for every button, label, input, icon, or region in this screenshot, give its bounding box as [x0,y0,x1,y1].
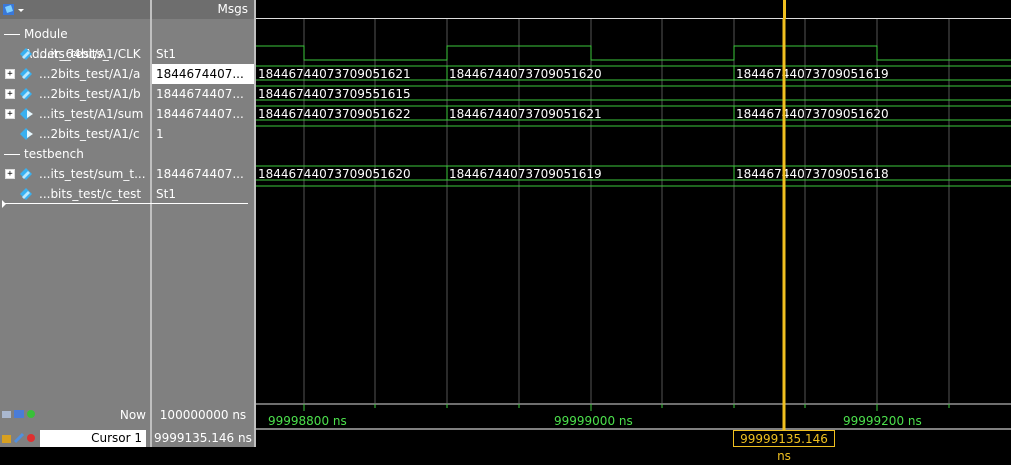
waveform-canvas[interactable]: 18446744073709051621 1844674407370905162… [256,19,1011,403]
now-label: Now [119,408,146,422]
signal-row-b[interactable]: + ...2bits_test/A1/b [0,84,150,104]
signal-row-c-test[interactable]: ...bits_test/c_test [0,184,150,204]
wave-value-label: 18446744073709051619 [449,167,602,181]
group-testbench[interactable]: testbench [0,144,150,164]
signal-icon [20,168,32,180]
expand-icon[interactable]: + [5,169,15,179]
wave-value-label: 18446744073709051622 [258,107,411,121]
timeline-tick-label: 99998800 ns [268,414,347,428]
signal-row-sum-test[interactable]: + ...its_test/sum_t... [0,164,150,184]
wave-value-label: 18446744073709051621 [449,107,602,121]
group-divider [4,154,20,155]
signal-out-icon [20,108,33,120]
wave-value-label: 18446744073709051621 [258,67,411,81]
signal-value-selected: 1844674407... [152,64,254,84]
signal-value: 1 [156,127,164,141]
msgs-header: Msgs [152,0,254,19]
signal-name: ...bits_test/c_test [39,187,142,201]
wave-value-label: 18446744073709551615 [258,87,411,101]
signal-name: ...its_test/sum_t... [39,167,146,181]
group-label: testbench [24,147,84,161]
signal-value: 1844674407... [156,87,244,101]
signal-out-icon [20,128,33,140]
signal-name: ...2bits_test/A1/a [39,67,141,81]
signal-value: St1 [156,187,176,201]
lock-icon[interactable] [2,435,11,443]
signal-name: ...its_test/A1/sum [39,107,144,121]
signal-icon [20,188,32,200]
expand-icon[interactable]: + [5,69,15,79]
edit-cursor-icon[interactable] [13,432,25,444]
timeline-tick-label: 99999200 ns [843,414,922,428]
wave-value-label: 18446744073709051620 [449,67,602,81]
signal-name: ...2bits_test/A1/b [39,87,141,101]
wave-value-label: 18446744073709051620 [258,167,411,181]
wave-clk [256,45,1011,61]
wave-value-label: 18446744073709051620 [736,107,889,121]
wave-value-label: 18446744073709051619 [736,67,889,81]
wave-value-label: 18446744073709051618 [736,167,889,181]
signal-icon [20,48,32,60]
signal-name: ...2bits_test/A1/c [39,127,140,141]
signal-value: 1844674407... [156,107,244,121]
group-divider [4,34,20,35]
cursor-value[interactable]: 9999135.146 ns [152,430,254,447]
timeline-tick-label: 99999000 ns [554,414,633,428]
now-value: 100000000 ns [159,408,247,422]
signal-value: 1844674407... [156,167,244,181]
cursor-toolbar [2,432,35,444]
signal-name: ...its_test/A1/CLK [39,47,141,61]
remove-cursor-icon[interactable] [27,434,35,442]
cursor-name[interactable]: Cursor 1 [40,430,146,447]
cursor-time-box[interactable]: 99999135.146 ns [733,430,835,463]
expand-icon[interactable]: + [5,89,15,99]
names-header [0,0,150,19]
waveform-header [256,0,1011,19]
signal-value: St1 [156,47,176,61]
signal-icon [20,88,32,100]
wave-window-menu-icon[interactable] [2,2,26,17]
cursor-line-header[interactable] [783,0,786,19]
signal-row-a[interactable]: + ...2bits_test/A1/a [0,64,150,84]
signal-row-c[interactable]: ...2bits_test/A1/c [0,124,150,144]
signal-icon [20,68,32,80]
signal-row-clk[interactable]: ...its_test/A1/CLK [0,44,150,64]
expand-icon[interactable]: + [5,109,15,119]
group-module-adder[interactable]: Module Adder_64bits_ [0,24,150,61]
insertion-arrow-icon [2,200,6,208]
signal-row-sum[interactable]: + ...its_test/A1/sum [0,104,150,124]
